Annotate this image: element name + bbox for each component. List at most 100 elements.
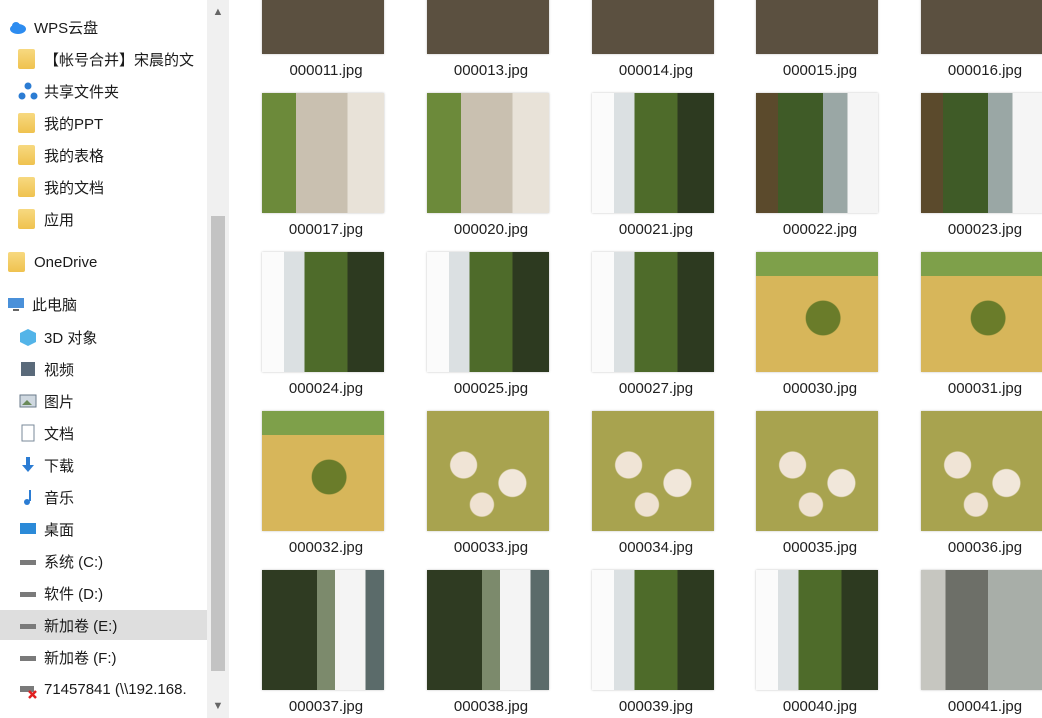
file-thumbnail[interactable]	[756, 570, 878, 690]
sidebar-item-label: 3D 对象	[44, 329, 98, 347]
sidebar-item-label: WPS云盘	[34, 19, 99, 37]
navigation-pane: WPS云盘【帐号合并】宋晨的文 共享文件夹我的PPT 我的表格我的文档应用 OneDr…	[0, 0, 230, 718]
file-thumbnail[interactable]	[921, 570, 1042, 690]
file-item[interactable]: 000037.jpg	[246, 0, 406, 715]
file-name-label[interactable]: 000035.jpg	[740, 539, 900, 556]
file-name-label[interactable]: 000021.jpg	[576, 221, 736, 238]
scrollbar-thumb[interactable]	[211, 216, 225, 671]
sidebar-item[interactable]: OneDrive	[0, 247, 218, 277]
sidebar-item-label: 共享文件夹	[44, 83, 120, 101]
sidebar-item[interactable]: 系统 (C:)	[0, 546, 228, 576]
file-name-label[interactable]: 000039.jpg	[576, 698, 736, 715]
sidebar-item[interactable]: 桌面	[0, 514, 228, 544]
sidebar-item-label: 新加卷 (F:)	[44, 649, 117, 667]
sidebar-item[interactable]: 文档	[0, 418, 228, 448]
sidebar-item[interactable]: 3D 对象	[0, 322, 228, 352]
folder-icon	[18, 177, 38, 197]
sidebar-item[interactable]: 软件 (D:)	[0, 578, 228, 608]
music-icon	[18, 487, 38, 507]
file-thumbnail[interactable]	[427, 252, 549, 372]
network-drive-icon	[18, 679, 38, 699]
folder-icon	[18, 113, 38, 133]
scroll-up-icon[interactable]: ▲	[207, 2, 229, 22]
file-item[interactable]: 000041.jpg	[905, 0, 1042, 715]
file-name-label[interactable]: 000034.jpg	[576, 539, 736, 556]
file-name-label[interactable]: 000036.jpg	[905, 539, 1042, 556]
sidebar-item[interactable]: 【帐号合并】宋晨的文	[0, 44, 228, 74]
sidebar-item[interactable]: 视频	[0, 354, 228, 384]
file-thumbnail[interactable]	[756, 411, 878, 531]
file-thumbnail[interactable]	[921, 252, 1042, 372]
sidebar-item[interactable]: 音乐	[0, 482, 228, 512]
cloud-icon	[8, 17, 28, 37]
file-item[interactable]: 000039.jpg	[576, 0, 736, 715]
drive-icon	[18, 647, 38, 667]
file-thumbnail[interactable]	[427, 411, 549, 531]
file-thumbnail[interactable]	[921, 411, 1042, 531]
document-icon	[18, 423, 38, 443]
sidebar-item-label: 新加卷 (E:)	[44, 617, 118, 635]
file-name-label[interactable]: 000032.jpg	[246, 539, 406, 556]
sidebar-item[interactable]: 共享文件夹	[0, 76, 228, 106]
sidebar-item-label: 我的表格	[44, 147, 105, 165]
file-name-label[interactable]: 000040.jpg	[740, 698, 900, 715]
file-thumbnail[interactable]	[592, 570, 714, 690]
file-thumbnail[interactable]	[262, 411, 384, 531]
file-thumbnail[interactable]	[756, 252, 878, 372]
file-item[interactable]: 000040.jpg	[740, 0, 900, 715]
sidebar-item-label: 我的PPT	[44, 115, 104, 133]
sidebar-item[interactable]: 71457841 (\\192.168.	[0, 674, 228, 704]
scroll-down-icon[interactable]: ▼	[207, 696, 229, 716]
file-name-label[interactable]: 000038.jpg	[411, 698, 571, 715]
file-thumbnail[interactable]	[592, 252, 714, 372]
file-name-label[interactable]: 000024.jpg	[246, 380, 406, 397]
file-name-label[interactable]: 000031.jpg	[905, 380, 1042, 397]
sidebar-item[interactable]: 我的文档	[0, 172, 228, 202]
file-name-label[interactable]: 000023.jpg	[905, 221, 1042, 238]
sidebar-item[interactable]: 新加卷 (E:)	[0, 610, 228, 640]
file-thumbnail[interactable]	[592, 411, 714, 531]
file-name-label[interactable]: 000027.jpg	[576, 380, 736, 397]
drive-icon	[18, 551, 38, 571]
file-thumbnail[interactable]	[427, 570, 549, 690]
sidebar-item[interactable]: 此电脑	[0, 289, 216, 319]
file-thumbnail[interactable]	[262, 570, 384, 690]
sidebar-item-label: 桌面	[44, 521, 75, 539]
sidebar-item[interactable]: 我的PPT	[0, 108, 228, 138]
sidebar-item-label: 音乐	[44, 489, 75, 507]
desktop-icon	[18, 519, 38, 539]
sidebar-scrollbar[interactable]: ▲ ▼	[207, 0, 229, 718]
folder-icon	[8, 252, 28, 272]
file-name-label[interactable]: 000017.jpg	[246, 221, 406, 238]
sidebar-item[interactable]: 我的表格	[0, 140, 228, 170]
file-name-label[interactable]: 000033.jpg	[411, 539, 571, 556]
file-name-label[interactable]: 000025.jpg	[411, 380, 571, 397]
sidebar-item-label: 系统 (C:)	[44, 553, 104, 571]
sidebar-item-label: 文档	[44, 425, 75, 443]
file-name-label[interactable]: 000022.jpg	[740, 221, 900, 238]
sidebar-item-label: 此电脑	[32, 296, 78, 314]
file-item[interactable]: 000038.jpg	[411, 0, 571, 715]
sidebar-item[interactable]: 新加卷 (F:)	[0, 642, 228, 672]
file-name-label[interactable]: 000041.jpg	[905, 698, 1042, 715]
drive-icon	[18, 583, 38, 603]
file-grid: 000011.jpg 000013.jpg 000014.jpg 000015.jpg…	[246, 0, 1042, 718]
sidebar-item[interactable]: 图片	[0, 386, 228, 416]
file-thumbnail[interactable]	[262, 252, 384, 372]
share-icon	[18, 81, 38, 101]
file-name-label[interactable]: 000020.jpg	[411, 221, 571, 238]
sidebar-item[interactable]: WPS云盘	[0, 12, 218, 42]
sidebar-item-label: 我的文档	[44, 179, 105, 197]
video-icon	[18, 359, 38, 379]
file-name-label[interactable]: 000037.jpg	[246, 698, 406, 715]
sidebar-item[interactable]: 下载	[0, 450, 228, 480]
download-icon	[18, 455, 38, 475]
computer-icon	[6, 294, 26, 314]
sidebar-item-label: 【帐号合并】宋晨的文	[44, 51, 195, 69]
sidebar-item-label: 视频	[44, 361, 75, 379]
sidebar-item-label: 软件 (D:)	[44, 585, 104, 603]
file-name-label[interactable]: 000030.jpg	[740, 380, 900, 397]
image-icon	[18, 391, 38, 411]
sidebar-item-label: OneDrive	[34, 253, 98, 271]
sidebar-item[interactable]: 应用	[0, 204, 228, 234]
